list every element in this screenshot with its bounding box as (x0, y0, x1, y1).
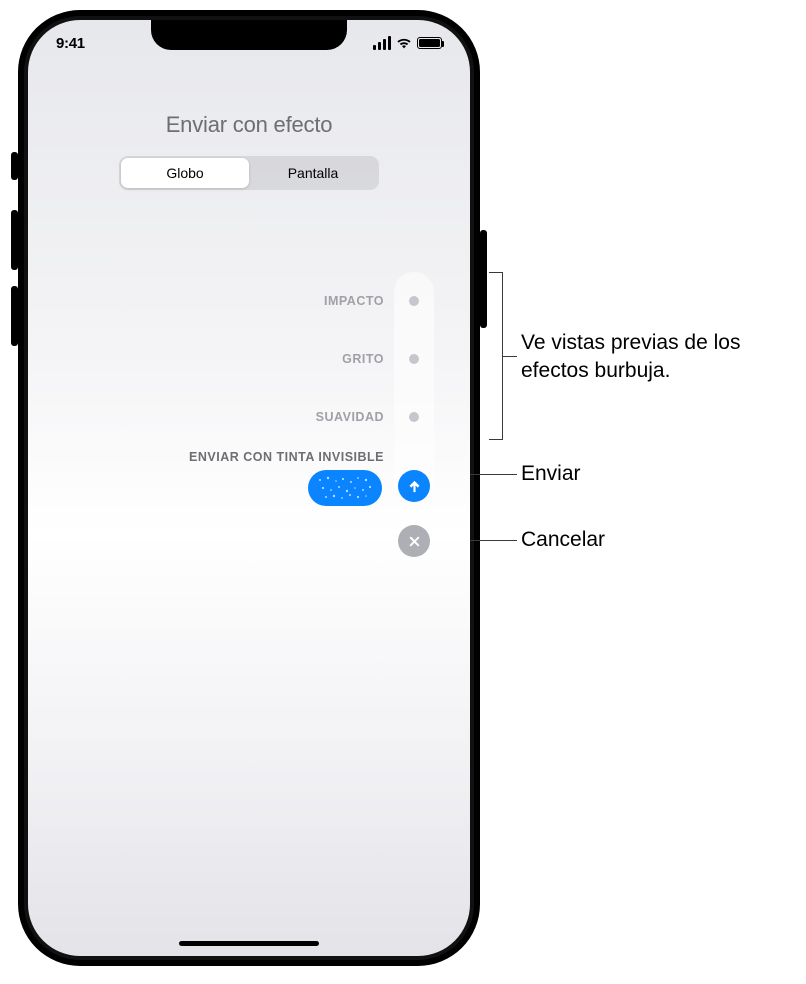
callout-bracket (489, 272, 503, 440)
cancel-button[interactable] (398, 525, 430, 557)
bubble-effects: IMPACTO GRITO SUAVIDAD ENVIAR CON TINTA … (134, 272, 434, 504)
screen: 9:41 Enviar con efecto (28, 20, 470, 956)
close-icon (408, 535, 421, 548)
callout-preview: Ve vistas previas de los efectos burbuja… (521, 329, 791, 386)
callout-cancel: Cancelar (521, 526, 605, 554)
effect-loud[interactable]: GRITO (134, 330, 434, 388)
message-bubble-preview (308, 470, 382, 506)
tab-bubble[interactable]: Globo (121, 158, 249, 188)
send-button[interactable] (398, 470, 430, 502)
effect-gentle[interactable]: SUAVIDAD (134, 388, 434, 446)
page-title: Enviar con efecto (28, 112, 470, 138)
side-button (480, 230, 487, 328)
effect-loud-label: GRITO (342, 352, 384, 366)
wifi-icon (396, 36, 412, 50)
notch (151, 20, 347, 50)
effect-tabs: Globo Pantalla (119, 156, 379, 190)
battery-icon (417, 37, 442, 49)
tab-screen[interactable]: Pantalla (249, 158, 377, 188)
effect-invisible-ink[interactable]: ENVIAR CON TINTA INVISIBLE (134, 446, 434, 504)
arrow-up-icon (406, 478, 423, 495)
tab-bubble-label: Globo (166, 165, 203, 181)
effect-impact[interactable]: IMPACTO (134, 272, 434, 330)
home-indicator (179, 941, 319, 946)
effect-gentle-label: SUAVIDAD (316, 410, 384, 424)
effect-impact-label: IMPACTO (324, 294, 384, 308)
callout-line (470, 540, 517, 541)
effect-dot-icon (409, 354, 419, 364)
effect-invisible-ink-label: ENVIAR CON TINTA INVISIBLE (134, 446, 384, 464)
effect-dot-icon (409, 412, 419, 422)
cellular-signal-icon (373, 36, 391, 50)
tab-screen-label: Pantalla (288, 165, 339, 181)
status-time: 9:41 (56, 35, 85, 52)
mute-switch (11, 152, 18, 180)
effect-dot-icon (409, 296, 419, 306)
volume-up-button (11, 210, 18, 270)
callout-line (503, 356, 517, 357)
callout-line (470, 474, 517, 475)
phone-frame: 9:41 Enviar con efecto (18, 10, 480, 966)
volume-down-button (11, 286, 18, 346)
callout-send: Enviar (521, 460, 581, 488)
header: Enviar con efecto Globo Pantalla (28, 112, 470, 190)
